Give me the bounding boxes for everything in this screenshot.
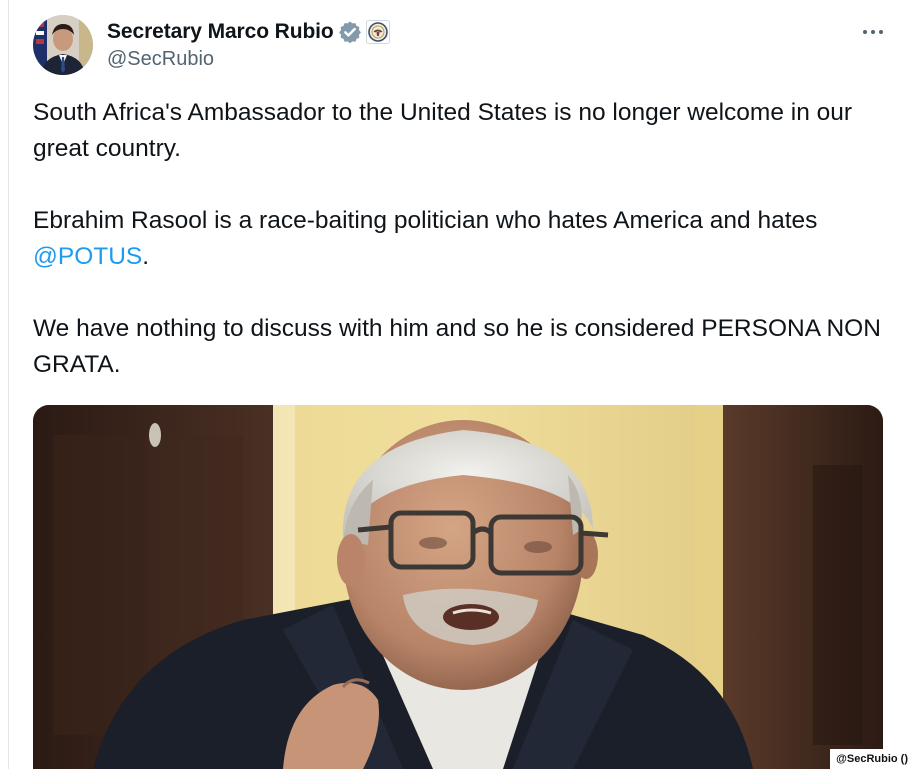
tweet-paragraph: We have nothing to discuss with him and … [33, 315, 881, 378]
tweet-paragraph-text: Ebrahim Rasool is a race-baiting politic… [33, 207, 818, 234]
tweet-card: Secretary Marco Rubio @SecRubio South Af… [8, 0, 913, 769]
avatar-photo [33, 15, 93, 75]
tweet-paragraph-suffix: . [142, 243, 150, 270]
tweet-text: South Africa's Ambassador to the United … [33, 95, 883, 419]
image-credit: @SecRubio () [830, 749, 913, 769]
tweet-header: Secretary Marco Rubio @SecRubio [33, 14, 913, 78]
author-name-row: Secretary Marco Rubio [107, 16, 390, 48]
tweet-paragraph: Ebrahim Rasool is a race-baiting politic… [33, 203, 883, 275]
author-display-name[interactable]: Secretary Marco Rubio [107, 20, 334, 44]
more-options-icon[interactable] [855, 20, 891, 44]
mention-link[interactable]: @POTUS [33, 243, 142, 270]
state-department-seal-icon[interactable] [365, 20, 390, 44]
avatar[interactable] [33, 15, 93, 75]
tweet-media[interactable] [33, 405, 883, 769]
verified-badge-icon [338, 20, 362, 44]
author-handle[interactable]: @SecRubio [107, 48, 214, 71]
video-still-image [33, 405, 883, 769]
tweet-paragraph: South Africa's Ambassador to the United … [33, 99, 853, 162]
